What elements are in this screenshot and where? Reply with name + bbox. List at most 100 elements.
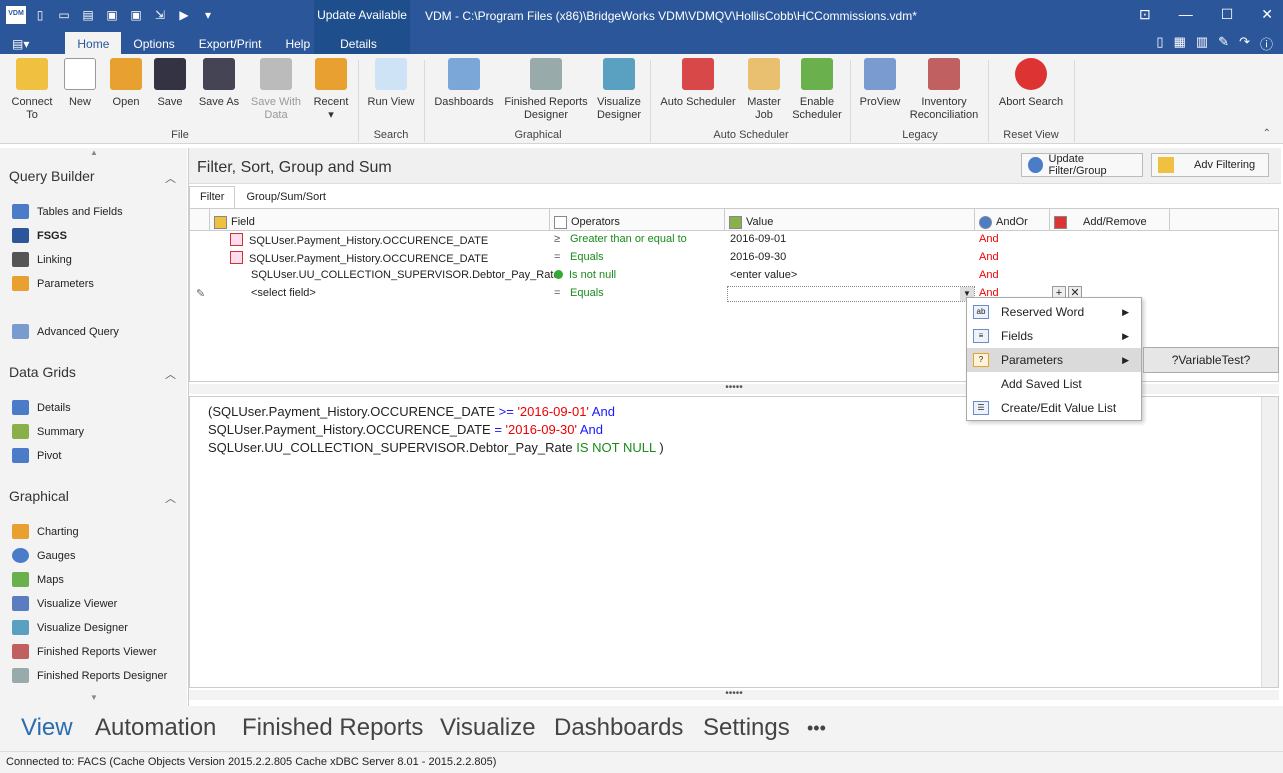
nav-settings[interactable]: Settings [703,714,790,742]
column-add-remove[interactable]: Add/Remove [1050,209,1170,231]
tab-options[interactable]: Options [121,32,186,54]
recent-button[interactable]: Recent ▾ [310,58,352,122]
bottom-splitter-handle[interactable]: ••••• [189,689,1279,700]
column-field[interactable]: Field [210,209,550,231]
sidebar-item-parameters[interactable]: Parameters [12,276,94,291]
nav-visualize[interactable]: Visualize [440,714,536,742]
sidebar-item-visualize-viewer[interactable]: Visualize Viewer [12,596,117,611]
scroll-down-icon[interactable]: ▼ [90,693,98,702]
master-job-button[interactable]: Master Job [742,58,786,122]
sidebar-item-summary[interactable]: Summary [12,424,84,439]
page-icon[interactable]: ▯ [1156,34,1163,53]
nav-more-icon[interactable]: ••• [807,718,826,739]
row-andor[interactable]: And [979,269,999,281]
menu-item-parameters[interactable]: ? Parameters ▶ [967,348,1141,372]
nav-automation[interactable]: Automation [95,714,216,742]
row-operator[interactable]: Is not null [569,269,616,281]
connect-to-button[interactable]: Connect To [6,58,58,122]
auto-scheduler-button[interactable]: Auto Scheduler [658,58,738,109]
row-field[interactable]: SQLUser.Payment_History.OCCURENCE_DATE [249,253,488,265]
adv-filtering-button[interactable]: Adv Filtering [1151,153,1269,177]
nav-view[interactable]: View [21,714,73,742]
sql-scrollbar[interactable] [1261,397,1278,687]
restore-ribbon-icon[interactable]: ⊡ [1139,6,1151,23]
menu-item-reserved-word[interactable]: ab Reserved Word ▶ [967,300,1141,324]
section-data-grids[interactable]: Data Grids [9,364,76,380]
save-button[interactable]: Save [152,58,188,109]
scroll-up-icon[interactable]: ▲ [90,148,98,157]
run-icon[interactable]: ▶ [174,6,194,24]
row-field[interactable]: SQLUser.Payment_History.OCCURENCE_DATE [249,235,488,247]
new-button[interactable]: New [62,58,98,109]
maximize-button[interactable]: ☐ [1221,6,1234,23]
sidebar-item-maps[interactable]: Maps [12,572,64,587]
sidebar-item-fsgs[interactable]: FSGS [12,228,67,243]
app-logo[interactable]: VDM [6,6,26,24]
inventory-reconciliation-button[interactable]: Inventory Reconciliation [906,58,982,122]
sidebar-item-gauges[interactable]: Gauges [12,548,76,563]
row-value[interactable]: <enter value> [730,269,797,281]
qat-menu-icon[interactable]: ▾ [198,6,218,24]
chevron-up-icon[interactable]: ︿ [165,490,176,506]
row-operator[interactable]: Greater than or equal to [570,233,687,245]
open-button[interactable]: Open [106,58,146,109]
save-icon[interactable]: ▣ [102,6,122,24]
sidebar-item-details[interactable]: Details [12,400,71,415]
table-row[interactable]: SQLUser.UU_COLLECTION_SUPERVISOR.Debtor_… [190,267,1278,285]
export-icon[interactable]: ⇲ [150,6,170,24]
tab-filter[interactable]: Filter [189,186,236,208]
tab-home[interactable]: Home [65,32,122,54]
chevron-up-icon[interactable]: ︿ [165,170,176,186]
row-value[interactable]: 2016-09-01 [730,233,786,245]
save-as-button[interactable]: Save As [196,58,242,109]
open-folder-icon[interactable]: ▭ [54,6,74,24]
dashboards-button[interactable]: Dashboards [432,58,496,109]
row-andor[interactable]: And [979,233,999,245]
collapse-ribbon-icon[interactable]: ⌃ [1263,128,1271,139]
close-button[interactable]: ✕ [1261,6,1273,23]
info-icon[interactable]: ⓘ [1260,34,1273,53]
sidebar-item-advanced-query[interactable]: Advanced Query [12,324,119,339]
pencil-icon[interactable]: ✎ [1218,34,1229,53]
update-filter-group-button[interactable]: Update Filter/Group [1021,153,1143,177]
table-row[interactable]: SQLUser.Payment_History.OCCURENCE_DATE =… [190,249,1278,267]
row-operator[interactable]: Equals [570,251,604,263]
menu-item-add-saved-list[interactable]: Add Saved List [967,372,1141,396]
tab-group-sum-sort[interactable]: Group/Sum/Sort [235,186,336,208]
sql-text[interactable]: (SQLUser.Payment_History.OCCURENCE_DATE … [208,403,664,457]
row-field[interactable]: SQLUser.UU_COLLECTION_SUPERVISOR.Debtor_… [251,269,560,281]
save-with-data-button[interactable]: Save With Data [248,58,304,122]
undo-icon[interactable]: ↷ [1239,34,1250,53]
sidebar-item-charting[interactable]: Charting [12,524,79,539]
table-row[interactable]: SQLUser.Payment_History.OCCURENCE_DATE ≥… [190,231,1278,249]
new-file-icon[interactable]: ▯ [30,6,50,24]
proview-button[interactable]: ProView [858,58,902,109]
tab-export-print[interactable]: Export/Print [187,32,274,54]
nav-finished-reports[interactable]: Finished Reports [242,714,423,742]
section-query-builder[interactable]: Query Builder [9,168,95,184]
finished-reports-designer-button[interactable]: Finished Reports Designer [502,58,590,122]
tab-help[interactable]: Help [273,32,322,54]
update-available-label[interactable]: Update Available [314,8,410,22]
tab-details[interactable]: Details [326,32,391,54]
sidebar-item-pivot[interactable]: Pivot [12,448,61,463]
nav-dashboards[interactable]: Dashboards [554,714,683,742]
grid-view-icon[interactable]: ▦ [1174,34,1186,53]
calendar-icon[interactable]: ▥ [1196,34,1208,53]
column-value[interactable]: Value [725,209,975,231]
sidebar-item-tables-and-fields[interactable]: Tables and Fields [12,204,123,219]
abort-search-button[interactable]: Abort Search [996,58,1066,109]
sidebar-item-finished-reports-designer[interactable]: Finished Reports Designer [12,668,167,683]
column-operators[interactable]: Operators [550,209,725,231]
print-icon[interactable]: ▤ [78,6,98,24]
visualize-designer-button[interactable]: Visualize Designer [594,58,644,122]
enable-scheduler-button[interactable]: Enable Scheduler [790,58,844,122]
minimize-button[interactable]: — [1179,6,1193,23]
section-graphical[interactable]: Graphical [9,488,69,504]
sidebar-item-visualize-designer[interactable]: Visualize Designer [12,620,128,635]
save-as-icon[interactable]: ▣ [126,6,146,24]
row-field[interactable]: <select field> [251,287,316,299]
sidebar-item-finished-reports-viewer[interactable]: Finished Reports Viewer [12,644,157,659]
value-input[interactable]: ▼ [727,286,975,302]
sidebar-item-linking[interactable]: Linking [12,252,72,267]
